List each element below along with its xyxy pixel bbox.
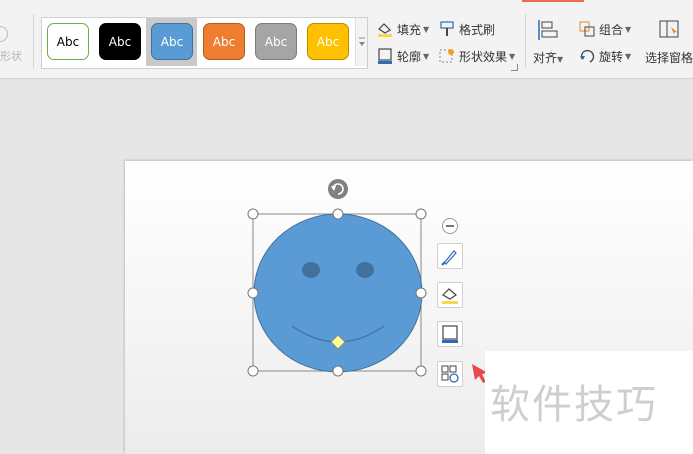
resize-handle-sw[interactable] xyxy=(247,365,259,377)
watermark-text: 软件技巧 xyxy=(490,382,658,428)
resize-handle-nw[interactable] xyxy=(247,208,259,220)
fill-bucket-icon xyxy=(442,288,458,304)
brush-icon xyxy=(441,250,457,266)
rotate-handle[interactable] xyxy=(328,179,348,199)
resize-handle-e[interactable] xyxy=(415,287,427,299)
right-eye xyxy=(356,262,374,278)
layout-options-icon xyxy=(441,365,459,383)
resize-handle-n[interactable] xyxy=(332,208,344,220)
quick-style-button[interactable] xyxy=(437,243,463,269)
quick-fill-button[interactable] xyxy=(437,282,463,308)
resize-handle-s[interactable] xyxy=(332,365,344,377)
outline-icon xyxy=(442,325,458,343)
collapse-toolbar-button[interactable] xyxy=(442,218,458,234)
left-eye xyxy=(302,262,320,278)
resize-handle-w[interactable] xyxy=(247,287,259,299)
quick-layout-button[interactable] xyxy=(437,361,463,387)
resize-handle-ne[interactable] xyxy=(415,208,427,220)
quick-outline-button[interactable] xyxy=(437,321,463,347)
resize-handle-se[interactable] xyxy=(415,365,427,377)
